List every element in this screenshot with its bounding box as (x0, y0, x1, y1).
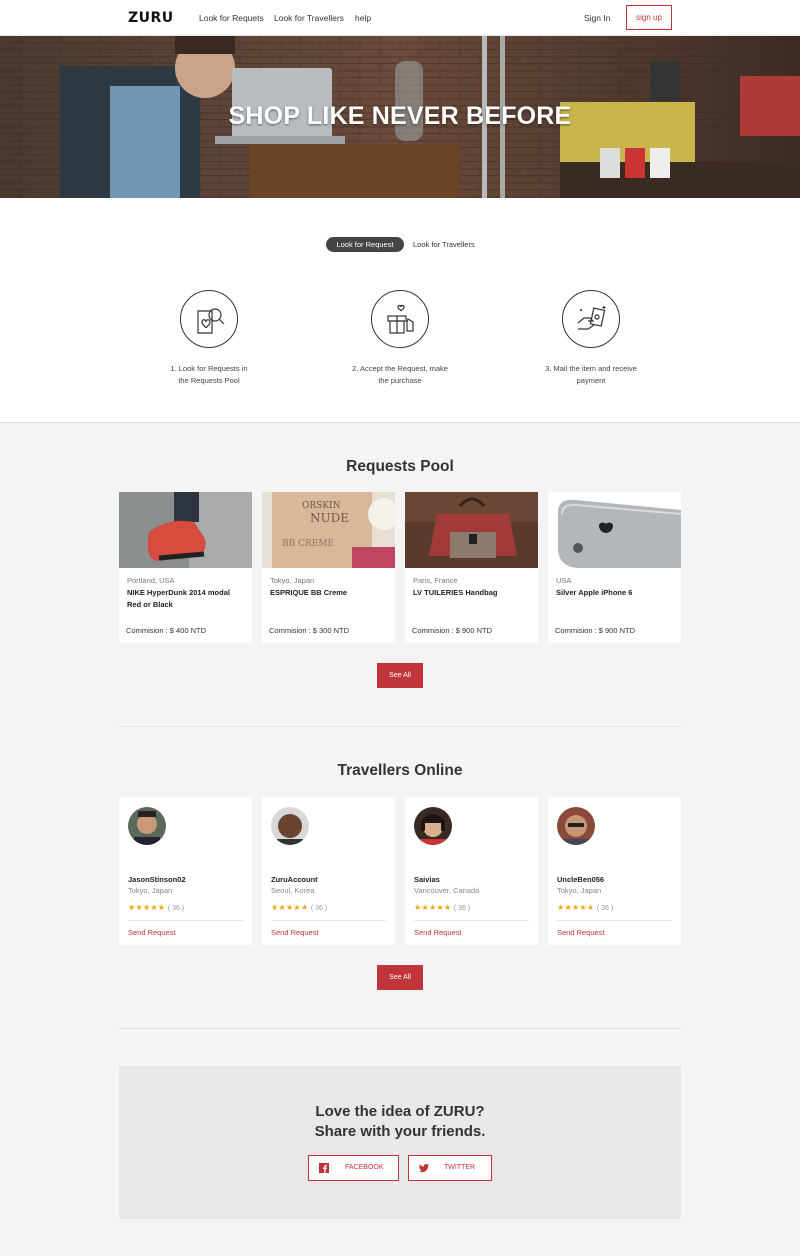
request-card[interactable]: Paris, France LV TUILERIES Handbag Commi… (405, 492, 538, 643)
request-card[interactable]: USA Silver Apple iPhone 6 Commision : $ … (548, 492, 681, 643)
step-2-text: 2. Accept the Request, make the purchase (352, 364, 448, 385)
traveller-location: Tokyo, Japan (557, 886, 602, 895)
share-title: Love the idea of ZURU? Share with your f… (314, 1103, 486, 1140)
request-title[interactable]: NIKE HyperDunk 2014 modal Red or Black (127, 587, 245, 611)
gift-icon (371, 290, 429, 348)
request-card[interactable]: Portland, USA NIKE HyperDunk 2014 modal … (119, 492, 252, 643)
avatar[interactable] (271, 807, 309, 845)
search-request-icon (180, 290, 238, 348)
facebook-share-button[interactable]: FACEBOOK (308, 1155, 399, 1181)
request-location: Portland, USA (127, 576, 175, 585)
rating-count: ( 36 ) (310, 905, 328, 912)
rating-count: ( 36 ) (596, 905, 614, 912)
twitter-icon (419, 1164, 429, 1173)
request-commission: Commision : $ 300 NTD (269, 626, 350, 635)
svg-text:NUDE: NUDE (310, 511, 349, 525)
request-title[interactable]: Silver Apple iPhone 6 (556, 587, 674, 599)
card-divider (557, 920, 672, 921)
send-request-link[interactable]: Send Request (557, 928, 605, 937)
request-location: Tokyo, Japan (270, 576, 315, 585)
top-nav: ZURU Look for Requets Look for Traveller… (0, 0, 800, 36)
rating-stars: ★★★★★ ( 36 ) (557, 903, 614, 912)
card-divider (414, 920, 529, 921)
tab-look-for-travellers[interactable]: Look for Travellers (413, 237, 475, 252)
payment-hand-icon (562, 290, 620, 348)
request-title[interactable]: ESPRIQUE BB Creme (270, 587, 388, 599)
traveller-name[interactable]: ZuruAccount (271, 875, 318, 884)
how-it-works-section: Look for Request Look for Travellers 1. … (0, 198, 800, 423)
sign-in-link[interactable]: Sign In (584, 13, 610, 23)
nav-link-look-for-travellers[interactable]: Look for Travellers (274, 13, 344, 23)
avatar[interactable] (557, 807, 595, 845)
step-1-text: 1. Look for Requests in the Requests Poo… (170, 364, 248, 385)
request-image-iphone (548, 492, 681, 568)
request-location: USA (556, 576, 572, 585)
avatar[interactable] (128, 807, 166, 845)
hero-banner: SHOP LIKE NEVER BEFORE (0, 36, 800, 198)
travellers-see-all-button[interactable]: See All (377, 965, 423, 990)
traveller-name[interactable]: UncleBen056 (557, 875, 604, 884)
traveller-location: Seoul, Korea (271, 886, 315, 895)
share-section: Love the idea of ZURU? Share with your f… (119, 1066, 681, 1219)
requests-pool-title: Requests Pool (346, 458, 454, 475)
hero-title: SHOP LIKE NEVER BEFORE (228, 102, 572, 130)
request-image-sneaker (119, 492, 252, 568)
traveller-name[interactable]: JasonStinson02 (128, 875, 186, 884)
section-divider (119, 726, 681, 727)
traveller-card[interactable]: ZuruAccount Seoul, Korea ★★★★★ ( 36 ) Se… (262, 797, 395, 945)
logo[interactable]: ZURU (128, 10, 174, 26)
traveller-location: Vancouver, Canada (414, 886, 480, 895)
twitter-share-button[interactable]: TWITTER (408, 1155, 492, 1181)
rating-count: ( 36 ) (453, 905, 471, 912)
rating-stars: ★★★★★ ( 36 ) (271, 903, 328, 912)
request-image-bb-creme: ORSKIN NUDE BB CREME (262, 492, 395, 568)
avatar[interactable] (414, 807, 452, 845)
send-request-link[interactable]: Send Request (414, 928, 462, 937)
request-commission: Commision : $ 900 NTD (555, 626, 636, 635)
nav-link-help[interactable]: help (355, 13, 371, 23)
travellers-online-title: Travellers Online (337, 762, 463, 779)
request-title[interactable]: LV TUILERIES Handbag (413, 587, 531, 599)
svg-text:ORSKIN: ORSKIN (302, 501, 341, 511)
card-divider (128, 920, 243, 921)
tab-look-for-request[interactable]: Look for Request (326, 237, 404, 252)
request-commission: Commision : $ 400 NTD (126, 626, 207, 635)
card-divider (271, 920, 386, 921)
requests-see-all-button[interactable]: See All (377, 663, 423, 688)
request-image-handbag (405, 492, 538, 568)
traveller-card[interactable]: UncleBen056 Tokyo, Japan ★★★★★ ( 36 ) Se… (548, 797, 681, 945)
traveller-card[interactable]: Saivias Vancouver, Canada ★★★★★ ( 36 ) S… (405, 797, 538, 945)
rating-count: ( 36 ) (167, 905, 185, 912)
facebook-icon (319, 1163, 329, 1173)
rating-stars: ★★★★★ ( 36 ) (128, 903, 185, 912)
traveller-card[interactable]: JasonStinson02 Tokyo, Japan ★★★★★ ( 36 )… (119, 797, 252, 945)
sign-up-button[interactable]: sign up (626, 5, 672, 30)
rating-stars: ★★★★★ ( 36 ) (414, 903, 471, 912)
section-divider (119, 1028, 681, 1029)
request-commission: Commision : $ 900 NTD (412, 626, 493, 635)
traveller-location: Tokyo, Japan (128, 886, 173, 895)
traveller-name[interactable]: Saivias (414, 875, 440, 884)
request-card[interactable]: ORSKIN NUDE BB CREME Tokyo, Japan ESPRIQ… (262, 492, 395, 643)
send-request-link[interactable]: Send Request (128, 928, 176, 937)
nav-link-look-for-requests[interactable]: Look for Requets (199, 13, 264, 23)
request-location: Paris, France (413, 576, 458, 585)
svg-text:BB CREME: BB CREME (282, 539, 334, 549)
send-request-link[interactable]: Send Request (271, 928, 319, 937)
step-3-text: 3. Mail the item and receive payment (545, 364, 637, 385)
